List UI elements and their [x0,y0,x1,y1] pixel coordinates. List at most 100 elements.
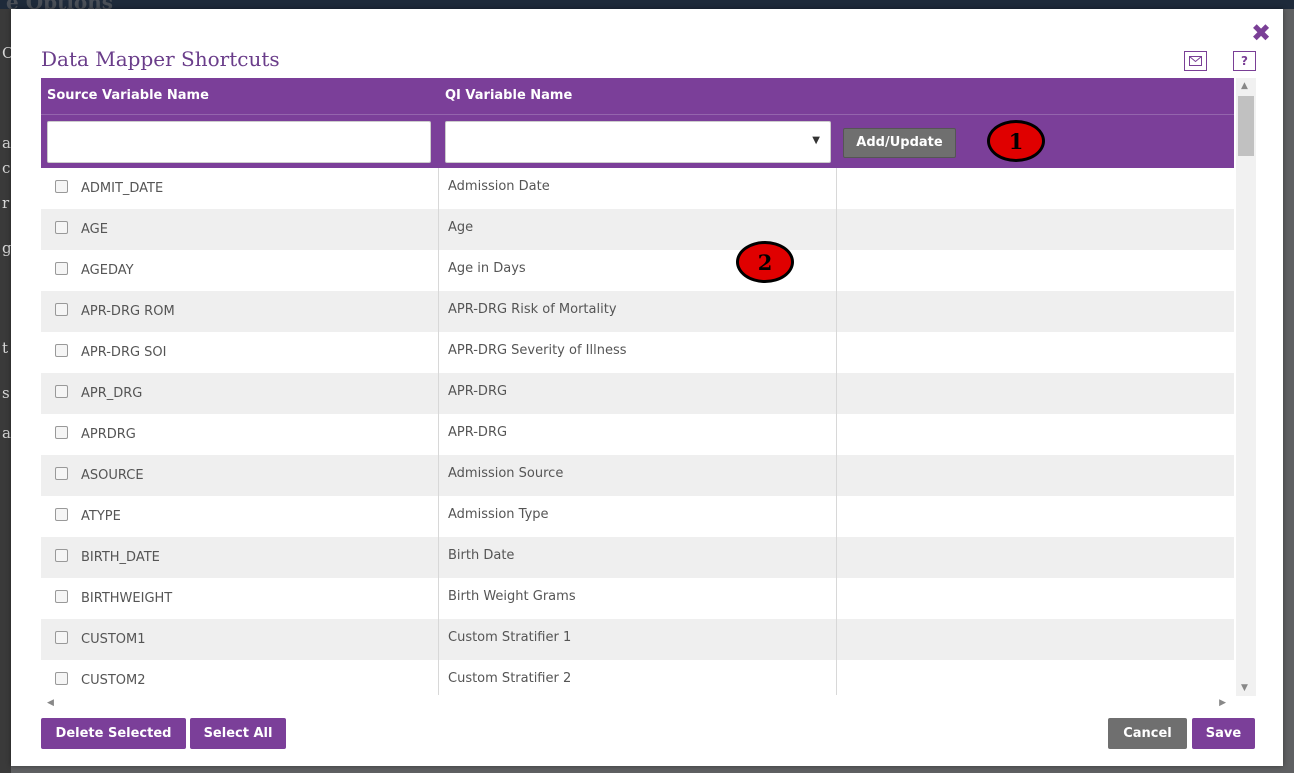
delete-selected-button[interactable]: Delete Selected [41,718,186,749]
close-icon[interactable]: ✖ [1251,21,1271,45]
qi-cell: Birth Date [438,537,837,578]
table-row[interactable]: APR_DRG APR-DRG [41,373,1234,414]
qi-cell: Custom Stratifier 1 [438,619,837,660]
source-cell: BIRTH_DATE [41,537,438,578]
source-variable: APRDRG [81,427,136,442]
qi-variable: Age [448,220,474,235]
cancel-button[interactable]: Cancel [1108,718,1187,749]
source-variable: ATYPE [81,509,121,524]
source-cell: CUSTOM1 [41,619,438,660]
select-all-button[interactable]: Select All [190,718,286,749]
table-row[interactable]: CUSTOM2 Custom Stratifier 2 [41,660,1234,695]
table-row[interactable]: ASOURCE Admission Source [41,455,1234,496]
qi-variable: Birth Weight Grams [448,589,576,604]
table-row[interactable]: ATYPE Admission Type [41,496,1234,537]
qi-cell: APR-DRG [438,414,837,455]
horizontal-scrollbar[interactable]: ◀ ▶ [41,698,1256,714]
envelope-icon [1189,56,1202,66]
source-variable: ADMIT_DATE [81,181,164,196]
table-row[interactable]: BIRTHWEIGHT Birth Weight Grams [41,578,1234,619]
source-variable: APR-DRG SOI [81,345,167,360]
source-cell: BIRTHWEIGHT [41,578,438,619]
source-cell: AGE [41,209,438,250]
table-row[interactable]: CUSTOM1 Custom Stratifier 1 [41,619,1234,660]
qi-variable: Custom Stratifier 2 [448,671,572,686]
table-row[interactable]: APR-DRG ROM APR-DRG Risk of Mortality [41,291,1234,332]
source-cell: ASOURCE [41,455,438,496]
qi-variable: Admission Source [448,466,564,481]
source-cell: APR-DRG SOI [41,332,438,373]
table-row[interactable]: APR-DRG SOI APR-DRG Severity of Illness [41,332,1234,373]
qi-variable: Custom Stratifier 1 [448,630,572,645]
mapping-table: ADMIT_DATE Admission Date AGE Age AGEDAY… [41,168,1234,695]
qi-variable: APR-DRG [448,425,508,440]
row-checkbox[interactable] [55,549,68,562]
background-letter: t [2,339,9,357]
table-row[interactable]: ADMIT_DATE Admission Date [41,168,1234,209]
scroll-thumb[interactable] [1238,96,1254,156]
table-row[interactable]: AGEDAY Age in Days [41,250,1234,291]
source-cell: ADMIT_DATE [41,168,438,209]
source-cell: ATYPE [41,496,438,537]
qi-variable: Age in Days [448,261,526,276]
source-cell: APR-DRG ROM [41,291,438,332]
scroll-left-icon[interactable]: ◀ [47,698,54,708]
row-checkbox[interactable] [55,631,68,644]
background-letter: c [2,159,11,177]
row-checkbox[interactable] [55,672,68,685]
mail-icon[interactable] [1184,51,1207,71]
row-checkbox[interactable] [55,426,68,439]
qi-variable-select[interactable]: ▼ [445,121,831,163]
row-checkbox[interactable] [55,590,68,603]
source-cell: APRDRG [41,414,438,455]
empty-cell [837,455,1234,496]
help-icon[interactable]: ? [1233,51,1256,71]
dialog-title: Data Mapper Shortcuts [41,47,280,71]
qi-cell: Admission Date [438,168,837,209]
row-checkbox[interactable] [55,303,68,316]
filter-bar: ▼ Add/Update [41,114,1234,168]
background-letter: r [2,194,10,212]
source-cell: APR_DRG [41,373,438,414]
row-checkbox[interactable] [55,180,68,193]
scroll-right-icon[interactable]: ▶ [1219,698,1226,708]
source-variable: ASOURCE [81,468,144,483]
empty-cell [837,578,1234,619]
empty-cell [837,660,1234,695]
callout-2: 2 [736,241,794,283]
table-row[interactable]: APRDRG APR-DRG [41,414,1234,455]
row-checkbox[interactable] [55,344,68,357]
source-variable-input[interactable] [47,121,431,163]
qi-variable: Admission Type [448,507,549,522]
row-checkbox[interactable] [55,262,68,275]
empty-cell [837,332,1234,373]
scroll-down-icon[interactable]: ▼ [1241,683,1248,693]
source-variable: AGE [81,222,108,237]
dropdown-arrow-icon: ▼ [812,135,820,146]
add-update-button[interactable]: Add/Update [843,128,956,158]
source-cell: CUSTOM2 [41,660,438,695]
header-qi-variable-name: QI Variable Name [445,88,573,103]
background-topbar [0,0,1294,9]
row-checkbox[interactable] [55,221,68,234]
background-letter: s [2,384,10,402]
row-checkbox[interactable] [55,508,68,521]
table-header: Source Variable Name QI Variable Name [41,78,1234,114]
header-source-variable-name: Source Variable Name [47,88,209,103]
background-strip: C a c r g t s al [0,9,16,773]
qi-cell: Admission Type [438,496,837,537]
empty-cell [837,537,1234,578]
vertical-scrollbar[interactable]: ▲ ▼ [1236,78,1256,696]
qi-variable: Birth Date [448,548,515,563]
table-row[interactable]: AGE Age [41,209,1234,250]
qi-cell: APR-DRG Risk of Mortality [438,291,837,332]
row-checkbox[interactable] [55,385,68,398]
row-checkbox[interactable] [55,467,68,480]
source-variable: CUSTOM2 [81,673,146,688]
scroll-up-icon[interactable]: ▲ [1241,81,1248,91]
table-row[interactable]: BIRTH_DATE Birth Date [41,537,1234,578]
qi-cell: APR-DRG Severity of Illness [438,332,837,373]
empty-cell [837,250,1234,291]
qi-cell: Birth Weight Grams [438,578,837,619]
save-button[interactable]: Save [1192,718,1255,749]
